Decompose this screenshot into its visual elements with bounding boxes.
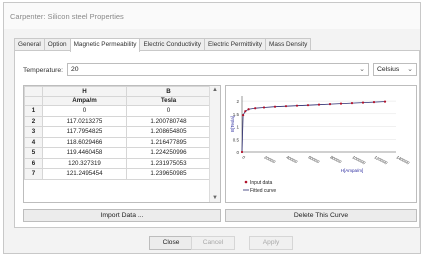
legend-fitted-label: Fitted curve xyxy=(250,188,276,194)
table-row: 1 0 0 xyxy=(24,105,211,117)
scroll-up-icon[interactable]: ▲ xyxy=(212,87,218,93)
table-row: 4 118.6029466 1.216477895 xyxy=(24,136,211,148)
b-cell[interactable]: 0 xyxy=(126,105,211,117)
input-data-point xyxy=(240,150,244,154)
title-bar: Carpenter: Silicon steel Properties xyxy=(4,3,420,29)
h-cell[interactable]: 117.7954825 xyxy=(42,126,127,138)
tab-magnetic-permeability[interactable]: Magnetic Permeability xyxy=(69,38,141,52)
x-tick-label: 80000 xyxy=(330,154,343,164)
x-tick-label: 120000 xyxy=(374,154,389,165)
b-cell[interactable]: 1.224250996 xyxy=(126,147,211,159)
x-tick-label: 0 xyxy=(242,154,247,160)
bh-curve-chart: 0 0.5 1 1.5 2 0 20000 40000 60000 80000 100000 1200… xyxy=(225,85,417,203)
y-tick-label: 1 xyxy=(236,125,239,130)
chevron-down-icon[interactable]: ⌄ xyxy=(359,64,365,75)
b-cell[interactable]: 1.231975053 xyxy=(126,157,211,169)
input-data-point xyxy=(350,102,354,105)
scroll-down-icon[interactable]: ▼ xyxy=(212,195,218,201)
input-data-point xyxy=(339,102,343,105)
apply-button[interactable]: Apply xyxy=(249,236,293,250)
column-unit-b: Tesla xyxy=(126,95,211,106)
corner-header xyxy=(24,86,43,97)
y-tick-label: 0.5 xyxy=(233,137,240,142)
corner-header-unit xyxy=(24,95,43,106)
table-row: 3 117.7954825 1.208654805 xyxy=(24,126,211,138)
legend-input-label: Input data xyxy=(250,180,272,186)
temperature-label: Temperature: xyxy=(23,67,64,74)
input-data-point xyxy=(361,101,365,104)
temperature-combo[interactable]: 20 ⌄ xyxy=(67,63,369,76)
b-cell[interactable]: 1.208654805 xyxy=(126,126,211,138)
table-row: 2 117.0213275 1.200780748 xyxy=(24,115,211,127)
input-data-point xyxy=(262,106,266,109)
temperature-value: 20 xyxy=(71,66,79,73)
bh-data-grid[interactable]: H B Ampa/m Tesla 1 0 0 2 117.0213275 1.2… xyxy=(23,85,221,203)
temperature-unit-value: Celsius xyxy=(377,66,400,73)
row-number[interactable]: 4 xyxy=(24,136,43,148)
row-number[interactable]: 7 xyxy=(24,168,43,180)
input-data-point xyxy=(306,104,310,107)
h-cell[interactable]: 121.2495454 xyxy=(42,168,127,180)
h-cell[interactable]: 118.6029466 xyxy=(42,136,127,148)
input-data-point xyxy=(317,103,321,106)
chevron-down-icon[interactable]: ⌄ xyxy=(407,64,413,75)
row-number[interactable]: 2 xyxy=(24,115,43,127)
x-tick-label: 20000 xyxy=(263,154,277,165)
h-cell[interactable]: 119.4460458 xyxy=(42,147,127,159)
row-number[interactable]: 5 xyxy=(24,147,43,159)
import-data-button[interactable]: Import Data ... xyxy=(23,209,221,222)
table-row: 5 119.4460458 1.224250996 xyxy=(24,147,211,159)
fitted-curve-line xyxy=(241,101,386,153)
legend-input-marker xyxy=(244,180,248,184)
temperature-unit-select[interactable]: Celsius ⌄ xyxy=(373,63,417,76)
row-number[interactable]: 1 xyxy=(24,105,43,117)
input-data-point xyxy=(244,110,247,113)
window-title: Carpenter: Silicon steel Properties xyxy=(10,12,124,21)
input-data-point xyxy=(247,108,250,111)
input-data-point xyxy=(328,103,332,106)
cancel-button[interactable]: Cancel xyxy=(191,236,235,250)
x-tick-label: 100000 xyxy=(352,154,367,165)
x-tick-label: 140000 xyxy=(396,154,411,165)
input-data-point xyxy=(254,107,257,110)
table-row: 7 121.2495454 1.239650985 xyxy=(24,168,211,180)
input-data-point xyxy=(273,105,277,108)
h-cell[interactable]: 117.0213275 xyxy=(42,115,127,127)
b-cell[interactable]: 1.200780748 xyxy=(126,115,211,127)
bh-curve-svg: 00.511.520 20000 40000 60000 80000 100000 1200… xyxy=(230,96,411,194)
x-tick-label: 40000 xyxy=(286,154,299,164)
row-number[interactable]: 6 xyxy=(24,157,43,169)
properties-dialog: Carpenter: Silicon steel Properties Gene… xyxy=(3,2,421,254)
input-data-point xyxy=(284,105,288,108)
column-header-h[interactable]: H xyxy=(42,86,127,97)
x-axis-label: H[Ampa/m] xyxy=(341,168,364,173)
x-tick-label: 60000 xyxy=(308,154,321,164)
row-number[interactable]: 3 xyxy=(24,126,43,138)
y-tick-label: 0 xyxy=(236,150,239,155)
tab-panel: Temperature: 20 ⌄ Celsius ⌄ H B Ampa/m T… xyxy=(14,50,420,228)
y-axis-label: B[Tesla] xyxy=(230,116,235,132)
delete-curve-button[interactable]: Delete This Curve xyxy=(225,209,417,222)
column-unit-h: Ampa/m xyxy=(42,95,127,106)
grid-scrollbar[interactable]: ▲ ▼ xyxy=(209,86,220,202)
y-tick-label: 2 xyxy=(236,99,239,104)
b-cell[interactable]: 1.239650985 xyxy=(126,168,211,180)
h-cell[interactable]: 0 xyxy=(42,105,127,117)
input-data-point xyxy=(242,113,245,117)
input-data-point xyxy=(383,100,387,103)
column-header-b[interactable]: B xyxy=(126,86,211,97)
b-cell[interactable]: 1.216477895 xyxy=(126,136,211,148)
close-button[interactable]: Close xyxy=(149,236,193,250)
table-row: 6 120.327319 1.231975053 xyxy=(24,157,211,169)
input-data-point xyxy=(295,104,299,107)
input-data-point xyxy=(372,101,376,104)
h-cell[interactable]: 120.327319 xyxy=(42,157,127,169)
